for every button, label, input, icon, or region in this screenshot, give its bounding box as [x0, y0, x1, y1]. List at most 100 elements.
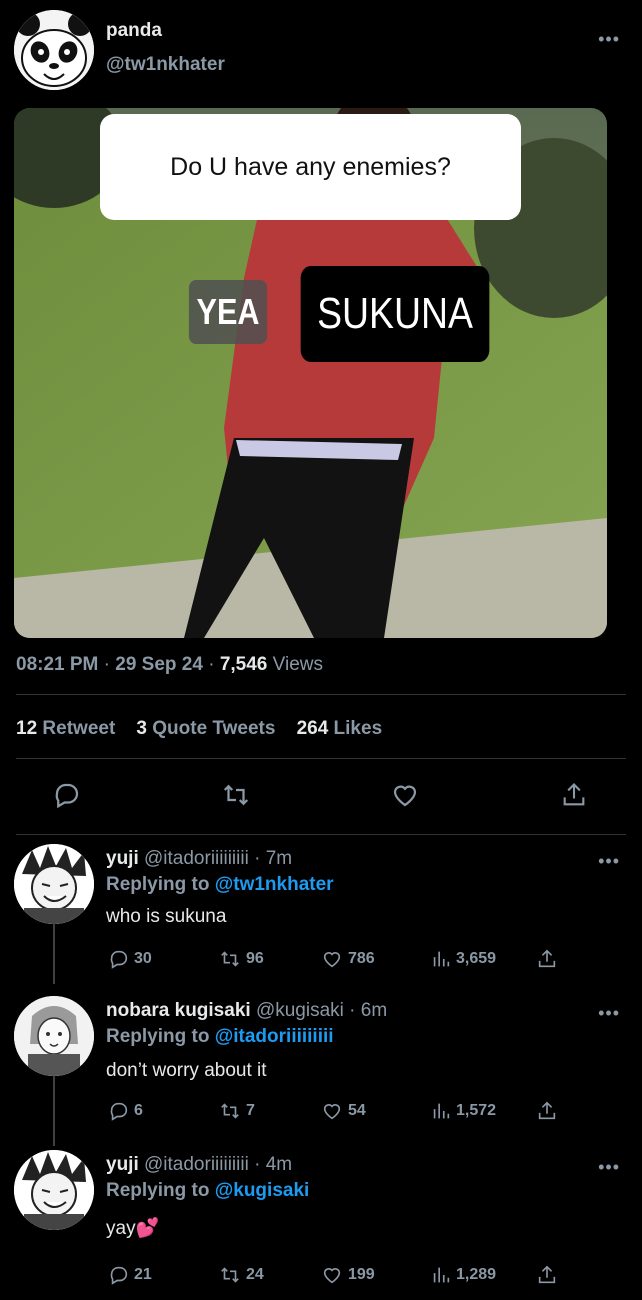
views-button[interactable]: 1,289 [430, 1264, 496, 1286]
reply-author-handle[interactable]: @itadoriiiiiiiii [144, 848, 249, 869]
avatar[interactable] [14, 996, 94, 1076]
views-label: Views [272, 654, 323, 675]
answer-left-caption: YEA [188, 280, 268, 344]
reply-text: don’t worry about it [106, 1060, 267, 1081]
replying-to: Replying to @itadoriiiiiiiii [106, 1026, 334, 1048]
tweet-stats: 12 Retweet 3 Quote Tweets 264 Likes [16, 718, 382, 740]
answer-right-caption: SUKUNA [300, 266, 490, 362]
reply-author-name[interactable]: yuji [106, 1154, 139, 1175]
reply-author-name[interactable]: nobara kugisaki [106, 1000, 251, 1021]
replying-to: Replying to @kugisaki [106, 1180, 309, 1202]
avatar[interactable] [14, 844, 94, 924]
separator: · [103, 654, 116, 675]
reply-time[interactable]: 6m [361, 1000, 387, 1021]
reply-author-handle[interactable]: @kugisaki [256, 1000, 344, 1021]
divider [16, 834, 626, 835]
tweet-meta: 08:21 PM · 29 Sep 24 · 7,546 Views [16, 654, 323, 676]
replying-to-handle[interactable]: @itadoriiiiiiiii [215, 1026, 334, 1047]
reply-author-handle[interactable]: @itadoriiiiiiiii [144, 1154, 249, 1175]
avatar[interactable] [14, 1150, 94, 1230]
retweet-icon [218, 1100, 242, 1122]
reply-author-name[interactable]: yuji [106, 848, 139, 869]
views-icon [430, 1264, 452, 1286]
divider [16, 694, 626, 695]
replying-to: Replying to @tw1nkhater [106, 874, 334, 896]
views-count: 3,659 [456, 950, 497, 967]
share-icon[interactable] [536, 948, 558, 970]
retweet-button[interactable]: 24 [218, 1264, 264, 1286]
divider [16, 758, 626, 759]
likes-stat[interactable]: 264 Likes [297, 718, 383, 739]
replying-to-handle[interactable]: @tw1nkhater [215, 874, 334, 895]
quote-label: Quote Tweets [152, 718, 276, 739]
author-handle[interactable]: @tw1nkhater [106, 54, 225, 76]
quote-stat[interactable]: 3 Quote Tweets [136, 718, 275, 739]
like-count: 199 [348, 1266, 375, 1283]
reply-count: 6 [134, 1102, 143, 1119]
retweet-button[interactable]: 7 [218, 1100, 255, 1122]
heart-icon [320, 1100, 344, 1122]
reply-text: who is sukuna [106, 906, 227, 927]
share-icon[interactable] [536, 1264, 558, 1286]
likes-count: 264 [296, 718, 329, 739]
like-button[interactable]: 199 [320, 1264, 375, 1286]
like-button[interactable]: 54 [320, 1100, 366, 1122]
question-card: Do U have any enemies? [100, 114, 521, 220]
reply-count: 30 [134, 950, 152, 967]
reply-button[interactable]: 6 [108, 1100, 143, 1122]
retweet-stat[interactable]: 12 Retweet [16, 718, 115, 739]
more-icon[interactable]: ••• [598, 1158, 620, 1176]
reply-time[interactable]: 7m [266, 848, 292, 869]
author-name[interactable]: panda [106, 20, 162, 42]
heart-icon[interactable] [390, 780, 420, 810]
separator: · [248, 1154, 266, 1175]
reply-time[interactable]: 4m [266, 1154, 292, 1175]
more-icon[interactable]: ••• [598, 1004, 620, 1022]
likes-label: Likes [333, 718, 383, 739]
more-icon[interactable]: ••• [598, 852, 620, 870]
retweet-label: Retweet [42, 718, 116, 739]
reply-button[interactable]: 21 [108, 1264, 152, 1286]
quote-count: 3 [136, 718, 147, 739]
share-icon[interactable] [560, 780, 588, 810]
reply-text: yay💕 [106, 1218, 160, 1239]
replying-label: Replying to [106, 874, 210, 895]
like-count: 54 [348, 1102, 366, 1119]
like-count: 786 [348, 950, 375, 967]
heart-icon [320, 948, 344, 970]
retweet-count: 24 [246, 1266, 264, 1283]
reply-header: yuji @itadoriiiiiiiii · 4m [106, 1154, 292, 1176]
separator: · [208, 654, 220, 675]
reply-icon [108, 1264, 130, 1286]
views-count: 7,546 [219, 654, 268, 675]
retweet-count: 96 [246, 950, 264, 967]
views-icon [430, 1100, 452, 1122]
views-button[interactable]: 1,572 [430, 1100, 496, 1122]
views-count: 1,572 [456, 1102, 497, 1119]
separator: · [343, 1000, 361, 1021]
reply-button[interactable]: 30 [108, 948, 152, 970]
reply-icon[interactable] [52, 780, 82, 810]
replying-to-handle[interactable]: @kugisaki [215, 1180, 310, 1201]
like-button[interactable]: 786 [320, 948, 375, 970]
views-icon [430, 948, 452, 970]
more-icon[interactable]: ••• [598, 30, 620, 48]
tweet-date[interactable]: 29 Sep 24 [115, 654, 203, 675]
replying-label: Replying to [106, 1026, 210, 1047]
reply-actions: 30 96 786 3,659 [0, 948, 642, 976]
replying-label: Replying to [106, 1180, 210, 1201]
separator: · [248, 848, 266, 869]
reply-count: 21 [134, 1266, 152, 1283]
views-button[interactable]: 3,659 [430, 948, 496, 970]
tweet-media[interactable]: Do U have any enemies? YEA SUKUNA [14, 108, 607, 638]
tweet-actions [0, 780, 642, 820]
reply-icon [108, 948, 130, 970]
retweet-button[interactable]: 96 [218, 948, 264, 970]
reply-actions: 21 24 199 1,289 [0, 1264, 642, 1292]
retweet-icon[interactable] [220, 780, 252, 810]
share-icon[interactable] [536, 1100, 558, 1122]
tweet-time[interactable]: 08:21 PM [16, 654, 98, 675]
retweet-count: 12 [16, 718, 38, 739]
reply-header: yuji @itadoriiiiiiiii · 7m [106, 848, 292, 870]
avatar[interactable] [14, 10, 94, 90]
